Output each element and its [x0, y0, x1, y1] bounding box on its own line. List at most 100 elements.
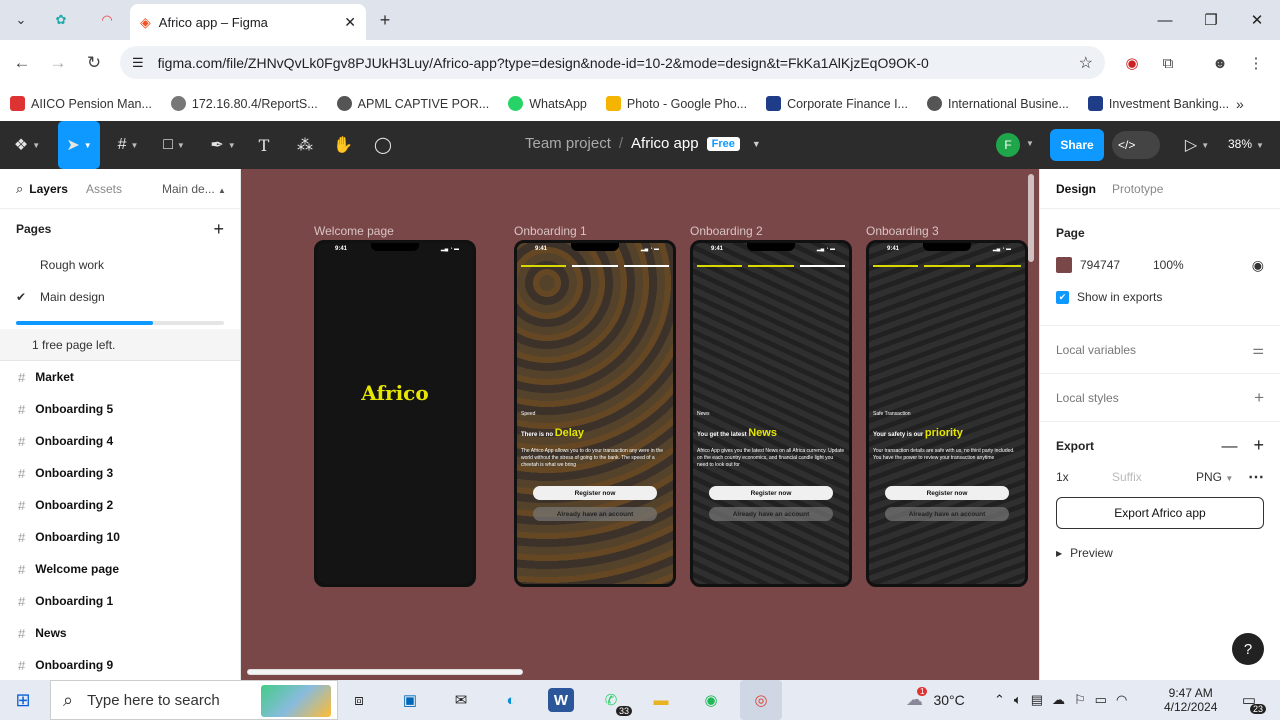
- chevron-down-icon[interactable]: ▼: [1026, 139, 1034, 148]
- pen-tool-button[interactable]: ✒ ▼: [206, 133, 240, 157]
- site-info-icon[interactable]: ☰: [132, 55, 144, 71]
- frame-onboarding-2[interactable]: 9:41 ▂▄ ◔ ▬ News You get the latest News…: [690, 240, 852, 587]
- help-button[interactable]: ?: [1232, 633, 1264, 665]
- register-now-button[interactable]: Register now: [885, 486, 1009, 500]
- chevron-down-icon[interactable]: ▼: [752, 139, 761, 149]
- layer-item[interactable]: # Onboarding 4: [0, 425, 240, 457]
- windows-start-icon[interactable]: ⊞: [10, 688, 36, 712]
- weather-widget[interactable]: ☁ 1 30°C: [906, 680, 965, 720]
- move-tool-button[interactable]: ➤ ▼: [58, 121, 100, 169]
- more-bookmarks-icon[interactable]: »: [1236, 96, 1244, 112]
- forward-icon[interactable]: →: [47, 52, 69, 74]
- bookmark-star-icon[interactable]: ☆: [1079, 53, 1093, 73]
- present-button[interactable]: ▷ ▼: [1182, 133, 1212, 157]
- store-icon[interactable]: ▣: [397, 688, 423, 712]
- layer-item[interactable]: # Welcome page: [0, 553, 240, 585]
- address-bar[interactable]: ☰ figma.com/file/ZHNvQvLk0Fgv8PJUkH3Luy/…: [120, 46, 1105, 79]
- zoom-level[interactable]: 38% ▼: [1228, 137, 1264, 151]
- tab-assets[interactable]: Assets: [86, 182, 122, 196]
- variables-icon[interactable]: ⚌: [1252, 342, 1264, 358]
- resources-button[interactable]: ⁂: [294, 133, 316, 157]
- bookmark-item[interactable]: Corporate Finance I...: [766, 96, 908, 111]
- bookmark-item[interactable]: Photo - Google Pho...: [605, 96, 747, 111]
- more-options-icon[interactable]: ⋯: [1248, 467, 1264, 487]
- page-opacity[interactable]: 100%: [1153, 258, 1252, 272]
- bookmark-item[interactable]: 172.16.80.4/ReportS...: [170, 96, 318, 111]
- tab-layers[interactable]: Layers: [29, 182, 68, 196]
- already-have-account-button[interactable]: Already have an account: [885, 507, 1009, 521]
- frame-label-welcome-page[interactable]: Welcome page: [314, 224, 394, 238]
- add-style-icon[interactable]: +: [1254, 388, 1264, 408]
- layer-item[interactable]: # Onboarding 3: [0, 457, 240, 489]
- pinned-tab-icon[interactable]: ✿: [48, 8, 74, 32]
- bookmark-item[interactable]: APML CAPTIVE POR...: [336, 96, 489, 111]
- tab-prototype[interactable]: Prototype: [1112, 182, 1163, 196]
- local-styles-row[interactable]: Local styles +: [1040, 373, 1280, 421]
- remove-export-icon[interactable]: —: [1221, 438, 1237, 455]
- url-text[interactable]: figma.com/file/ZHNvQvLk0Fgv8PJUkH3Luy/Af…: [158, 55, 1079, 71]
- volume-icon[interactable]: 🔈︎: [1014, 692, 1022, 708]
- frame-label-onboarding-1[interactable]: Onboarding 1: [514, 224, 587, 238]
- register-now-button[interactable]: Register now: [709, 486, 833, 500]
- layer-item[interactable]: # Onboarding 9: [0, 649, 240, 681]
- bookmark-item[interactable]: WhatsApp: [508, 96, 587, 111]
- chrome-icon[interactable]: ◎: [740, 680, 782, 720]
- design-canvas[interactable]: Welcome page 9:41 ▂▄ ◔ ▬ Africo Onboardi…: [241, 169, 1039, 680]
- maximize-button[interactable]: ❐: [1196, 8, 1226, 32]
- task-view-icon[interactable]: ⧈: [346, 688, 372, 712]
- export-format-select[interactable]: PNG ▼: [1196, 470, 1248, 484]
- main-menu-button[interactable]: ❖ ▼: [12, 133, 42, 157]
- page-item-main-design[interactable]: ✔ Main design: [0, 281, 240, 313]
- dev-mode-toggle[interactable]: </>: [1112, 131, 1160, 159]
- page-switcher[interactable]: Main de... ▲: [162, 182, 226, 196]
- export-suffix-input[interactable]: Suffix: [1112, 470, 1196, 484]
- back-icon[interactable]: ←: [11, 52, 33, 74]
- profile-avatar-icon[interactable]: ☻: [1209, 52, 1231, 74]
- spotify-icon[interactable]: ◉: [698, 688, 724, 712]
- frame-welcome-page[interactable]: 9:41 ▂▄ ◔ ▬ Africo: [314, 240, 476, 587]
- page-color-swatch[interactable]: [1056, 257, 1072, 273]
- minimize-button[interactable]: —: [1150, 8, 1180, 32]
- frame-label-onboarding-3[interactable]: Onboarding 3: [866, 224, 939, 238]
- local-variables-row[interactable]: Local variables ⚌: [1040, 325, 1280, 373]
- preview-row[interactable]: ▶ Preview: [1040, 537, 1280, 569]
- eye-icon[interactable]: ◉: [1252, 257, 1264, 274]
- user-avatar[interactable]: F: [996, 133, 1020, 157]
- already-have-account-button[interactable]: Already have an account: [533, 507, 657, 521]
- page-color-hex[interactable]: 794747: [1080, 258, 1153, 272]
- register-now-button[interactable]: Register now: [533, 486, 657, 500]
- security-icon[interactable]: ⚐: [1074, 692, 1086, 708]
- frame-onboarding-3[interactable]: 9:41 ▂▄ ◔ ▬ Safe Transaction Your safety…: [866, 240, 1028, 587]
- whatsapp-icon[interactable]: ✆ 33: [598, 688, 632, 716]
- layer-item[interactable]: # Market: [0, 361, 240, 393]
- layer-item[interactable]: # Onboarding 1: [0, 585, 240, 617]
- canvas-horizontal-scrollbar[interactable]: [247, 669, 523, 675]
- export-button[interactable]: Export Africo app: [1056, 497, 1264, 529]
- frame-label-onboarding-2[interactable]: Onboarding 2: [690, 224, 763, 238]
- team-name[interactable]: Team project: [525, 135, 611, 152]
- meet-now-icon[interactable]: ▤: [1031, 692, 1043, 708]
- text-tool-button[interactable]: T: [254, 133, 274, 157]
- battery-icon[interactable]: ▭: [1095, 692, 1107, 708]
- chevron-up-icon[interactable]: ⌃: [994, 692, 1005, 708]
- hand-tool-button[interactable]: ✋: [332, 133, 354, 157]
- word-icon[interactable]: W: [548, 688, 574, 712]
- wifi-icon[interactable]: ◠: [1116, 692, 1127, 708]
- shape-tool-button[interactable]: □ ▼: [158, 133, 190, 157]
- page-item-rough-work[interactable]: Rough work: [0, 249, 240, 281]
- add-export-icon[interactable]: +: [1253, 435, 1264, 455]
- layer-item[interactable]: # Onboarding 5: [0, 393, 240, 425]
- reload-icon[interactable]: ↻: [83, 52, 105, 74]
- search-icon[interactable]: ⌕: [16, 181, 23, 197]
- layer-item[interactable]: # News: [0, 617, 240, 649]
- notifications-icon[interactable]: ▭ 23: [1236, 688, 1266, 714]
- file-name[interactable]: Africo app: [631, 135, 699, 152]
- extension-icon[interactable]: ◉: [1121, 52, 1143, 74]
- share-button[interactable]: Share: [1050, 129, 1104, 161]
- tab-search-button[interactable]: ⌄: [8, 8, 34, 32]
- comment-tool-button[interactable]: ◯: [372, 133, 394, 157]
- layer-item[interactable]: # Onboarding 2: [0, 489, 240, 521]
- bookmark-item[interactable]: Investment Banking...: [1087, 96, 1229, 111]
- taskbar-search[interactable]: ⌕ Type here to search: [50, 680, 338, 720]
- close-tab-icon[interactable]: ✕: [344, 14, 356, 31]
